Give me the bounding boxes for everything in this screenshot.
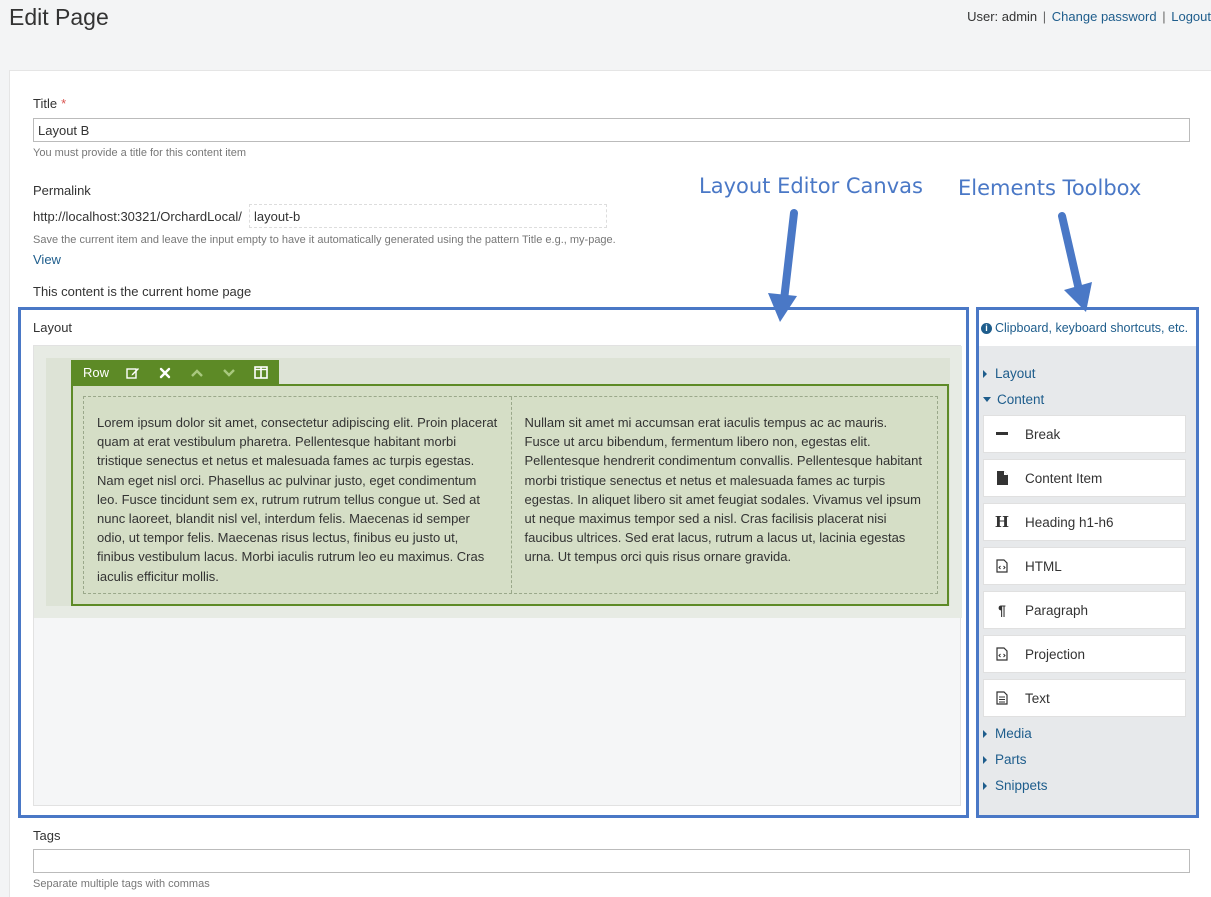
title-input[interactable] xyxy=(33,118,1190,142)
tool-label: Text xyxy=(1025,690,1050,706)
caret-right-icon xyxy=(983,755,987,764)
tool-label: Paragraph xyxy=(1025,602,1089,618)
title-label-text: Title xyxy=(33,96,58,111)
separator: | xyxy=(1162,9,1166,24)
tags-hint: Separate multiple tags with commas xyxy=(33,878,210,890)
permalink-prefix: http://localhost:30321/OrchardLocal/ xyxy=(33,209,242,224)
page-title: Edit Page xyxy=(9,4,109,30)
required-mark: * xyxy=(61,96,67,111)
html-file-icon xyxy=(994,559,1010,573)
permalink-hint: Save the current item and leave the inpu… xyxy=(33,234,616,246)
layout-editor-canvas[interactable]: Row Lorem ipsum dolor sit amet, consecte… xyxy=(33,345,962,806)
text-file-icon xyxy=(994,691,1010,705)
group-label: Media xyxy=(995,726,1032,741)
layout-row[interactable]: Lorem ipsum dolor sit amet, consectetur … xyxy=(71,384,949,606)
tool-label: Projection xyxy=(1025,646,1086,662)
logout-link[interactable]: Logout xyxy=(1171,9,1211,24)
permalink-label: Permalink xyxy=(33,183,91,198)
title-hint: You must provide a title for this conten… xyxy=(33,147,246,159)
projection-file-icon xyxy=(994,647,1010,661)
file-icon xyxy=(994,471,1010,485)
tool-heading[interactable]: H Heading h1-h6 xyxy=(983,503,1186,541)
group-parts[interactable]: Parts xyxy=(983,752,1027,767)
tool-label: Break xyxy=(1025,426,1061,442)
title-label: Title * xyxy=(33,96,66,111)
toolbox-help-text: Clipboard, keyboard shortcuts, etc. xyxy=(995,321,1189,335)
layout-label: Layout xyxy=(33,320,73,335)
row-label: Row xyxy=(83,365,110,380)
group-media[interactable]: Media xyxy=(983,726,1032,741)
toolbox-annotation-label: Elements Toolbox xyxy=(958,176,1142,200)
tool-label: Heading h1-h6 xyxy=(1025,514,1114,530)
break-icon xyxy=(994,432,1010,436)
canvas-root: Row Lorem ipsum dolor sit amet, consecte… xyxy=(34,346,962,618)
tool-paragraph[interactable]: ¶ Paragraph xyxy=(983,591,1186,629)
tool-break[interactable]: Break xyxy=(983,415,1186,453)
group-label: Snippets xyxy=(995,778,1048,793)
caret-right-icon xyxy=(983,781,987,790)
separator: | xyxy=(1042,9,1047,24)
user-bar: User: admin | Change password | Logout xyxy=(967,9,1211,24)
tool-html[interactable]: HTML xyxy=(983,547,1186,585)
toolbox-help-link[interactable]: i Clipboard, keyboard shortcuts, etc. xyxy=(979,310,1197,346)
view-link[interactable]: View xyxy=(33,252,61,267)
split-columns-icon[interactable] xyxy=(245,360,277,385)
tool-text[interactable]: Text xyxy=(983,679,1186,717)
group-layout[interactable]: Layout xyxy=(983,366,1036,381)
tags-label: Tags xyxy=(33,828,61,843)
info-icon: i xyxy=(981,322,992,334)
caret-right-icon xyxy=(983,729,987,738)
row-toolbar: Row xyxy=(71,360,279,385)
change-password-link[interactable]: Change password xyxy=(1052,9,1157,24)
heading-icon: H xyxy=(994,513,1010,531)
tool-label: HTML xyxy=(1025,558,1062,574)
tool-projection[interactable]: Projection xyxy=(983,635,1186,673)
row-columns: Lorem ipsum dolor sit amet, consectetur … xyxy=(83,396,938,594)
tool-label: Content Item xyxy=(1025,470,1103,486)
group-snippets[interactable]: Snippets xyxy=(983,778,1048,793)
canvas-annotation-label: Layout Editor Canvas xyxy=(699,174,923,198)
delete-icon[interactable] xyxy=(149,360,181,385)
group-label: Content xyxy=(997,392,1045,407)
caret-down-icon xyxy=(983,397,991,402)
home-page-note: This content is the current home page xyxy=(33,284,252,299)
group-content[interactable]: Content xyxy=(983,392,1044,407)
canvas-container[interactable]: Row Lorem ipsum dolor sit amet, consecte… xyxy=(46,358,950,606)
move-up-icon[interactable] xyxy=(181,360,213,385)
group-label: Parts xyxy=(995,752,1027,767)
column-left[interactable]: Lorem ipsum dolor sit amet, consectetur … xyxy=(84,397,511,593)
move-down-icon[interactable] xyxy=(213,360,245,385)
edit-icon[interactable] xyxy=(117,360,149,385)
tool-content-item[interactable]: Content Item xyxy=(983,459,1186,497)
elements-toolbox: i Clipboard, keyboard shortcuts, etc. La… xyxy=(979,310,1197,815)
user-name: User: admin xyxy=(967,9,1038,24)
caret-right-icon xyxy=(983,369,987,378)
tags-input[interactable] xyxy=(33,849,1190,873)
paragraph-icon: ¶ xyxy=(998,602,1006,618)
slug-input[interactable] xyxy=(249,204,607,228)
column-right[interactable]: Nullam sit amet mi accumsan erat iaculis… xyxy=(510,397,938,593)
group-label: Layout xyxy=(995,366,1036,381)
